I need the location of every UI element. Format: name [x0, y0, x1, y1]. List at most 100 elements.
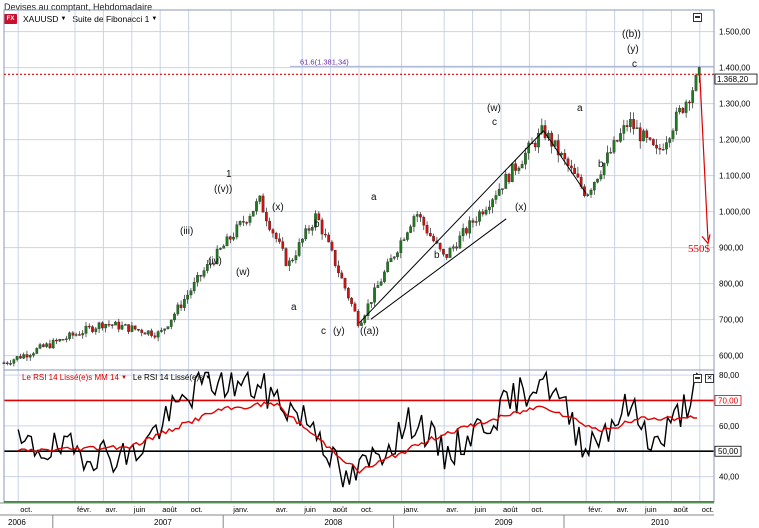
wave-label-wave-iii: (iii)	[180, 226, 193, 237]
candle-body	[661, 148, 665, 151]
candle	[202, 267, 206, 279]
candle	[491, 197, 494, 214]
candle-body	[251, 210, 255, 217]
candle	[78, 331, 81, 336]
candle	[42, 343, 45, 348]
candle	[320, 217, 324, 240]
rsi-level-label: 50,00	[718, 447, 739, 456]
price-tick-label: 1.100,00	[719, 172, 751, 181]
candle-body	[563, 153, 567, 160]
candle	[409, 224, 413, 234]
price-tick-label: 1.200,00	[719, 136, 751, 145]
maximize-pane-button[interactable]	[693, 13, 702, 22]
candle	[520, 160, 524, 169]
candle	[166, 326, 170, 330]
candle-body	[238, 221, 242, 225]
candle-body	[645, 130, 649, 138]
candle	[245, 221, 249, 226]
month-tick-label: août	[162, 505, 178, 514]
candle	[38, 342, 42, 350]
maximize-icon	[695, 376, 700, 381]
wave-label-wave-w2: (w)	[487, 103, 501, 114]
wave-label-wave-a1: a	[291, 302, 297, 313]
candle	[337, 260, 340, 278]
candle-body	[68, 332, 71, 339]
candle-body	[25, 354, 29, 358]
candle-body	[383, 271, 386, 282]
price-chart[interactable]: 61.6(1.381,34) 1.500,00 1.400,00 1.300,00 1…	[0, 0, 759, 528]
candle-body	[140, 329, 144, 333]
rsi-legend-item[interactable]: Le RSI 14 Lissé(e)s ▼	[133, 373, 211, 382]
candle	[599, 170, 603, 182]
wave-label-wave-a2: a	[371, 192, 377, 203]
candle	[632, 112, 636, 135]
candle-body	[58, 339, 62, 342]
chevron-down-icon: ▼	[205, 374, 212, 381]
candle-body	[409, 226, 413, 233]
candle	[192, 277, 196, 294]
candle	[592, 181, 596, 195]
month-tick-label: août	[673, 505, 689, 514]
candle-body	[524, 152, 527, 165]
candle-body	[658, 147, 662, 150]
candle-body	[255, 201, 258, 212]
candle-body	[71, 332, 75, 336]
maximize-rsi-button[interactable]	[693, 374, 702, 383]
candle-body	[612, 140, 616, 153]
candle	[481, 208, 485, 217]
candle	[84, 322, 88, 338]
month-tick-label: juin	[474, 505, 487, 514]
candle	[45, 342, 48, 349]
candle-body	[507, 173, 511, 183]
candle	[324, 228, 327, 238]
candle-body	[573, 167, 576, 174]
candle	[468, 216, 472, 239]
candle-body	[488, 206, 491, 211]
rsi-tick-label: 60,00	[719, 422, 740, 431]
wave-label-wave-b2: b	[434, 250, 440, 261]
candle-body	[160, 330, 163, 332]
candle	[340, 270, 344, 279]
candle-body	[176, 304, 180, 315]
candle	[451, 244, 455, 252]
candle	[123, 323, 127, 326]
candle-body	[560, 153, 563, 156]
candle-body	[461, 228, 465, 237]
candle-body	[350, 297, 353, 304]
candle-body	[396, 252, 399, 257]
month-tick-label: avr.	[276, 505, 288, 514]
candle	[353, 301, 357, 312]
candle	[222, 244, 226, 249]
candle	[91, 325, 94, 334]
candle	[691, 87, 695, 109]
candle-body	[694, 75, 698, 91]
candle-body	[497, 188, 501, 196]
candle	[445, 254, 449, 261]
candle-body	[87, 325, 91, 328]
candle-body	[32, 353, 35, 356]
candle	[294, 250, 298, 264]
candle-body	[514, 163, 517, 171]
rsi-smoothed-legend[interactable]: Le RSI 14 Lissé(e)s MM 14 ▼	[22, 373, 127, 382]
close-rsi-button[interactable]: ✕	[705, 374, 714, 383]
candle	[428, 227, 432, 237]
candle	[458, 231, 462, 249]
candle-body	[101, 322, 104, 329]
candle	[179, 300, 183, 311]
candle	[199, 274, 203, 282]
candle-body	[392, 256, 396, 259]
candle	[504, 169, 508, 189]
candle	[137, 329, 140, 332]
candle-body	[330, 241, 334, 251]
candle-body	[376, 285, 380, 288]
candle-body	[222, 245, 226, 249]
candle-body	[402, 239, 406, 241]
candle-body	[287, 260, 291, 266]
rsi-tick-label: 40,00	[719, 473, 740, 482]
wave-label-wave-iv: (iv)	[208, 256, 222, 267]
rsi-level-label: 70,00	[718, 396, 739, 405]
candle	[412, 214, 416, 232]
candle	[32, 351, 35, 358]
month-tick-label: avr.	[446, 505, 458, 514]
candle	[258, 195, 262, 205]
